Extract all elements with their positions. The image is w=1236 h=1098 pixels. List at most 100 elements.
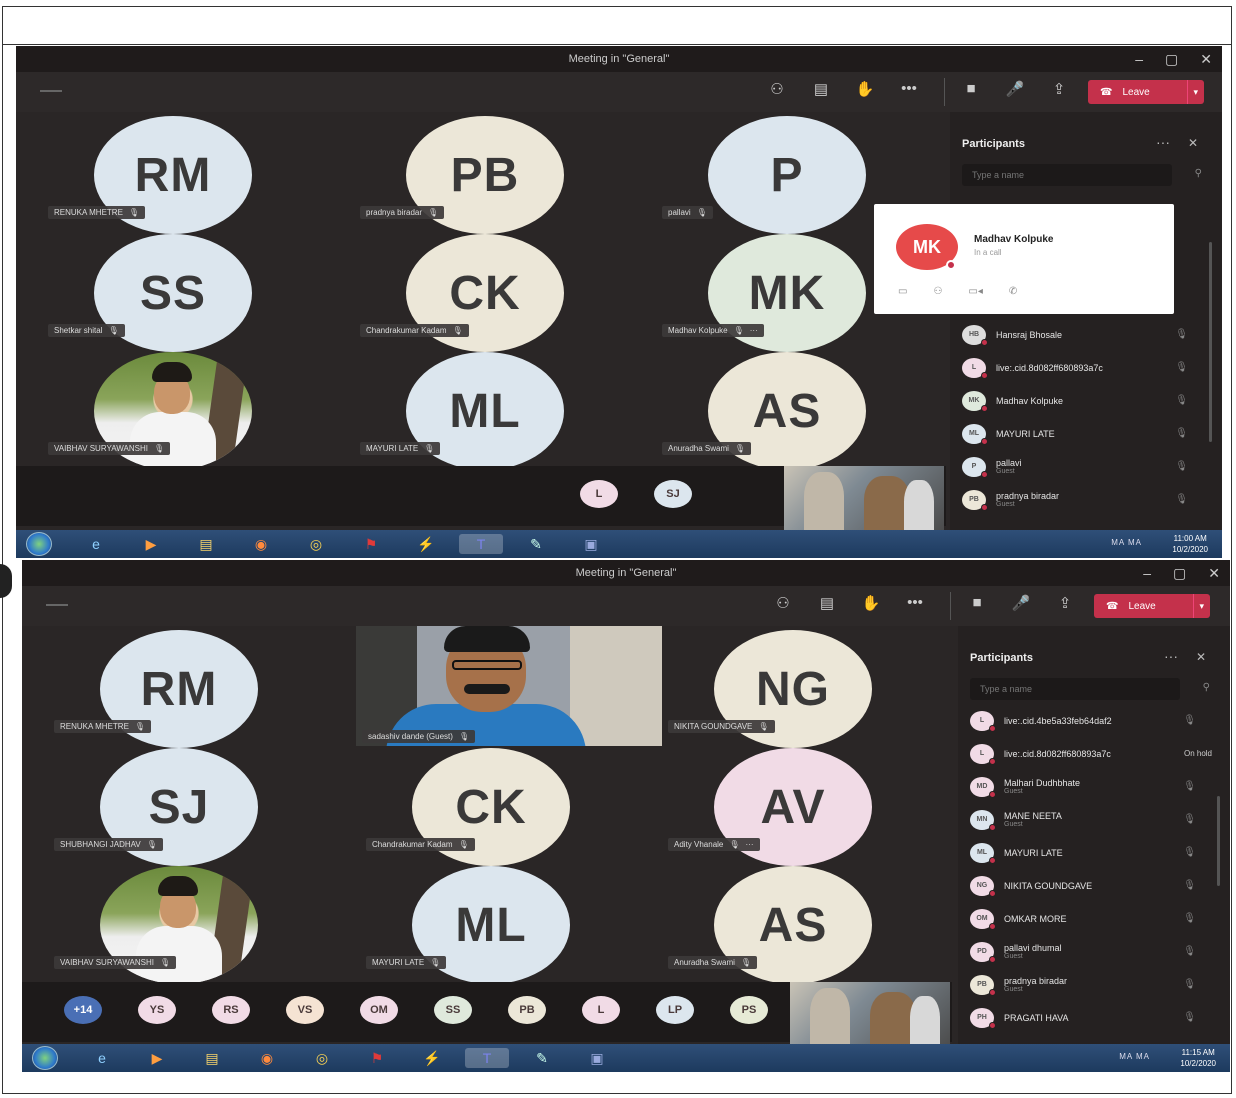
more-icon[interactable]: •••	[904, 594, 926, 612]
internet-explorer-icon[interactable]: e	[74, 534, 118, 554]
more-icon[interactable]: ···	[750, 326, 758, 335]
video-call-icon[interactable]: ▭◂	[968, 286, 982, 297]
mic-off-icon[interactable]: 🎙	[1183, 814, 1196, 825]
camera-icon[interactable]: ■	[966, 594, 988, 612]
panel-more-icon[interactable]: ···	[1164, 648, 1178, 664]
start-button[interactable]	[32, 1046, 58, 1070]
people-icon[interactable]: ⚇	[933, 286, 942, 297]
tool-icon[interactable]: ⚡	[410, 1048, 454, 1068]
scrollbar[interactable]	[1217, 796, 1220, 886]
mic-off-icon[interactable]: 🎤	[1004, 80, 1026, 98]
overflow-avatar[interactable]: PS	[730, 996, 768, 1024]
teams-icon[interactable]: T	[459, 534, 503, 554]
raise-hand-icon[interactable]: ✋	[854, 80, 876, 98]
mic-off-icon[interactable]: 🎙	[1183, 946, 1196, 957]
overflow-avatar[interactable]: PB	[508, 996, 546, 1024]
participants-icon[interactable]: ⚇	[772, 594, 794, 612]
pdf-icon[interactable]: ⚑	[355, 1048, 399, 1068]
mic-off-icon[interactable]: 🎙	[1183, 1012, 1196, 1023]
participant-row[interactable]: PD pallavi dhumal Guest 🎙	[970, 935, 1220, 968]
overflow-avatar[interactable]: YS	[138, 996, 176, 1024]
overflow-avatar[interactable]: L	[582, 996, 620, 1024]
firefox-icon[interactable]: ◉	[245, 1048, 289, 1068]
firefox-icon[interactable]: ◉	[239, 534, 283, 554]
participant-row[interactable]: Llive:.cid.4be5a33feb64daf2 🎙	[970, 704, 1220, 737]
overflow-avatar[interactable]: L	[580, 480, 618, 508]
participants-icon[interactable]: ⚇	[766, 80, 788, 98]
mic-off-icon[interactable]: 🎙	[1183, 715, 1196, 726]
teams-icon[interactable]: T	[465, 1048, 509, 1068]
participant-row[interactable]: MN MANE NEETA Guest 🎙	[970, 803, 1220, 836]
mic-off-icon[interactable]: 🎙	[1175, 329, 1188, 340]
camera-icon[interactable]: ■	[960, 80, 982, 98]
overflow-avatar[interactable]: SJ	[654, 480, 692, 508]
tool-icon[interactable]: ⚡	[404, 534, 448, 554]
mic-off-icon[interactable]: 🎙	[1183, 880, 1196, 891]
participant-row[interactable]: PB pradnya biradar Guest 🎙	[962, 483, 1212, 516]
window-icon[interactable]: ▣	[569, 534, 613, 554]
chat-icon[interactable]: ▤	[810, 80, 832, 98]
maximize-button[interactable]: ▢	[1173, 560, 1186, 586]
leave-button[interactable]: ☎ Leave ▾	[1094, 594, 1210, 618]
participant-row[interactable]: MD Malhari Dudhbhate Guest 🎙	[970, 770, 1220, 803]
chrome-icon[interactable]: ◎	[300, 1048, 344, 1068]
invite-icon[interactable]: ⚲	[1203, 682, 1210, 693]
overflow-avatar[interactable]: VS	[286, 996, 324, 1024]
collapse-icon[interactable]	[46, 604, 68, 606]
chrome-icon[interactable]: ◎	[294, 534, 338, 554]
participant-search-input[interactable]	[970, 678, 1180, 700]
self-view-video[interactable]	[790, 982, 950, 1050]
paint-icon[interactable]: ✎	[520, 1048, 564, 1068]
close-button[interactable]: ✕	[1200, 46, 1212, 72]
file-explorer-icon[interactable]: ▤	[190, 1048, 234, 1068]
participant-row[interactable]: HB Hansraj Bhosale 🎙	[962, 318, 1212, 351]
window-icon[interactable]: ▣	[575, 1048, 619, 1068]
participant-row[interactable]: ML MAYURI LATE 🎙	[962, 417, 1212, 450]
file-explorer-icon[interactable]: ▤	[184, 534, 228, 554]
participant-row[interactable]: PB pradnya biradar Guest 🎙	[970, 968, 1220, 1001]
leave-button[interactable]: ☎ Leave ▾	[1088, 80, 1204, 104]
mic-off-icon[interactable]: 🎙	[1175, 461, 1188, 472]
mic-off-icon[interactable]: 🎙	[1183, 979, 1196, 990]
close-button[interactable]: ✕	[1208, 560, 1220, 586]
paint-icon[interactable]: ✎	[514, 534, 558, 554]
participant-row[interactable]: NG NIKITA GOUNDGAVE 🎙	[970, 869, 1220, 902]
participant-row[interactable]: Llive:.cid.8d082ff680893a7c 🎙	[962, 351, 1212, 384]
chat-icon[interactable]: ▭	[898, 286, 907, 297]
share-screen-icon[interactable]: ⇪	[1054, 594, 1076, 612]
media-player-icon[interactable]: ▶	[129, 534, 173, 554]
participant-search-input[interactable]	[962, 164, 1172, 186]
mic-off-icon[interactable]: 🎙	[1183, 913, 1196, 924]
mic-off-icon[interactable]: 🎙	[1183, 781, 1196, 792]
mic-off-icon[interactable]: 🎙	[1175, 428, 1188, 439]
chevron-down-icon[interactable]: ▾	[1187, 80, 1198, 104]
panel-close-icon[interactable]: ✕	[1188, 136, 1198, 150]
panel-close-icon[interactable]: ✕	[1196, 650, 1206, 664]
minimize-button[interactable]: –	[1143, 560, 1151, 586]
share-screen-icon[interactable]: ⇪	[1048, 80, 1070, 98]
overflow-avatar[interactable]: LP	[656, 996, 694, 1024]
phone-icon[interactable]: ✆	[1009, 286, 1017, 297]
participant-row[interactable]: MK Madhav Kolpuke 🎙	[962, 384, 1212, 417]
overflow-avatar[interactable]: SS	[434, 996, 472, 1024]
mic-off-icon[interactable]: 🎙	[1175, 494, 1188, 505]
participant-row[interactable]: ML MAYURI LATE 🎙	[970, 836, 1220, 869]
self-view-video[interactable]	[784, 466, 944, 534]
overflow-avatar[interactable]: +14	[64, 996, 102, 1024]
mic-off-icon[interactable]: 🎤	[1010, 594, 1032, 612]
more-icon[interactable]: ···	[746, 840, 754, 849]
more-icon[interactable]: •••	[898, 80, 920, 98]
media-player-icon[interactable]: ▶	[135, 1048, 179, 1068]
mic-off-icon[interactable]: 🎙	[1175, 395, 1188, 406]
invite-icon[interactable]: ⚲	[1195, 168, 1202, 179]
internet-explorer-icon[interactable]: e	[80, 1048, 124, 1068]
pdf-icon[interactable]: ⚑	[349, 534, 393, 554]
panel-more-icon[interactable]: ···	[1156, 134, 1170, 150]
collapse-icon[interactable]	[40, 90, 62, 92]
participant-row[interactable]: Ppallavi Guest 🎙	[962, 450, 1212, 483]
participant-row[interactable]: PH PRAGATI HAVA 🎙	[970, 1001, 1220, 1034]
minimize-button[interactable]: –	[1135, 46, 1143, 72]
participant-row[interactable]: OM OMKAR MORE 🎙	[970, 902, 1220, 935]
raise-hand-icon[interactable]: ✋	[860, 594, 882, 612]
chevron-down-icon[interactable]: ▾	[1193, 594, 1204, 618]
